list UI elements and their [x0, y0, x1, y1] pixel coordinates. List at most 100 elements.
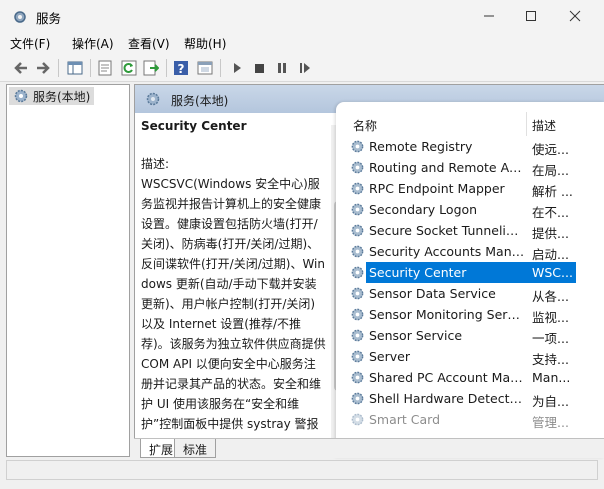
properties-button[interactable] — [96, 59, 114, 77]
menu-bar: 文件(F) 操作(A) 查看(V) 帮助(H) — [0, 32, 604, 54]
toolbar: ? — [0, 54, 604, 82]
service-gear-icon — [351, 161, 364, 174]
service-gear-icon — [351, 140, 364, 153]
back-arrow-icon — [14, 62, 27, 74]
service-name: Sensor Data Service — [369, 286, 496, 301]
toolbar-separator — [220, 59, 221, 77]
svg-text:?: ? — [178, 62, 185, 76]
service-row[interactable]: Sensor Monitoring Service 监视... — [336, 304, 604, 325]
back-button[interactable] — [12, 59, 30, 77]
service-gear-icon — [351, 392, 364, 405]
services-list: 名称 描述 Remote Registry 使远... Routing and Re… — [336, 102, 604, 457]
service-name: RPC Endpoint Mapper — [369, 181, 505, 196]
tab-standard[interactable]: 标准 — [174, 439, 217, 458]
menu-help[interactable]: 帮助(H) — [184, 35, 226, 52]
refresh-button[interactable] — [120, 59, 138, 77]
service-row[interactable]: Server 支持... — [336, 346, 604, 367]
service-description: WSC... — [532, 265, 573, 280]
service-gear-icon — [351, 224, 364, 237]
service-name: Security Accounts Manag... — [369, 244, 525, 259]
service-description: 支持... — [532, 352, 569, 367]
close-button[interactable] — [552, 0, 598, 32]
service-row[interactable]: Secondary Logon 在不... — [336, 199, 604, 220]
service-description: 使远... — [532, 142, 569, 157]
view-button[interactable] — [196, 59, 214, 77]
minimize-button[interactable] — [466, 0, 512, 32]
service-row[interactable]: Security Accounts Manag... 启动... — [336, 241, 604, 262]
column-divider[interactable] — [526, 112, 527, 136]
service-name: Shared PC Account Mana... — [369, 370, 525, 385]
forward-button[interactable] — [34, 59, 52, 77]
help-button[interactable]: ? — [172, 59, 190, 77]
service-description: 在不... — [532, 205, 569, 220]
export-list-button[interactable] — [142, 59, 160, 77]
service-description: 为自... — [532, 394, 569, 409]
service-gear-icon — [351, 371, 364, 384]
service-gear-icon — [351, 329, 364, 342]
service-name: Sensor Service — [369, 328, 463, 343]
refresh-icon — [121, 60, 137, 76]
help-icon: ? — [174, 61, 188, 76]
console-tree-button[interactable] — [66, 59, 84, 77]
service-description: 管理... — [532, 415, 569, 430]
tree-item-services-local[interactable]: 服务(本地) — [9, 87, 95, 105]
service-row[interactable]: RPC Endpoint Mapper 解析 ... — [336, 178, 604, 199]
service-description: 从各... — [532, 289, 569, 304]
service-row[interactable]: Secure Socket Tunneling ... 提供... — [336, 220, 604, 241]
service-description: 在局... — [532, 163, 569, 178]
service-name: Server — [369, 349, 410, 364]
pause-service-button[interactable] — [273, 59, 291, 77]
column-header-description[interactable]: 描述 — [532, 117, 556, 134]
stop-service-button[interactable] — [250, 59, 268, 77]
play-icon — [234, 63, 241, 73]
start-service-button[interactable] — [228, 59, 246, 77]
maximize-button[interactable] — [508, 0, 554, 32]
service-row[interactable]: Sensor Service 一项... — [336, 325, 604, 346]
service-row[interactable]: Routing and Remote Acc... 在局... — [336, 157, 604, 178]
service-row[interactable]: Shared PC Account Mana... Man... — [336, 367, 604, 388]
service-gear-icon — [351, 287, 364, 300]
service-description-panel: Security Center 描述: WSCSVC(Windows 安全中心)… — [141, 119, 327, 437]
menu-action[interactable]: 操作(A) — [72, 35, 114, 52]
view-tabs: 扩展 标准 — [134, 438, 604, 458]
title-bar: 服务 — [0, 0, 604, 32]
status-bar — [6, 460, 598, 480]
description-label: 描述: — [141, 157, 170, 171]
maximize-icon — [526, 11, 536, 21]
properties-sheet-icon — [98, 60, 112, 76]
service-name: Remote Registry — [369, 139, 473, 154]
console-tree-pane: 服务(本地) — [6, 84, 130, 457]
service-gear-icon — [351, 203, 364, 216]
service-row[interactable]: Security Center WSC... — [336, 262, 604, 283]
service-gear-icon — [351, 182, 364, 195]
banner-title: 服务(本地) — [171, 94, 229, 108]
restart-icon — [300, 63, 310, 73]
service-description: 监视... — [532, 310, 569, 325]
description-text: WSCSVC(Windows 安全中心)服务监视并报告计算机上的安全健康设置。健… — [141, 177, 326, 431]
service-row[interactable]: Sensor Data Service 从各... — [336, 283, 604, 304]
service-gear-icon — [351, 350, 364, 363]
service-name: Smart Card — [369, 412, 441, 427]
services-gear-icon — [14, 11, 26, 23]
services-gear-icon — [14, 89, 28, 103]
service-gear-icon — [351, 245, 364, 258]
export-list-icon — [143, 60, 159, 76]
list-header: 名称 描述 — [336, 102, 604, 136]
service-gear-icon — [351, 308, 364, 321]
view-icon — [197, 61, 213, 75]
service-description: 一项... — [532, 331, 569, 346]
restart-service-button[interactable] — [296, 59, 314, 77]
service-name: Routing and Remote Acc... — [369, 160, 525, 175]
service-row[interactable]: Smart Card 管理... — [336, 409, 604, 430]
tree-item-label: 服务(本地) — [33, 89, 91, 104]
toolbar-separator — [58, 59, 59, 77]
console-tree-icon — [67, 61, 83, 75]
service-row[interactable]: Remote Registry 使远... — [336, 136, 604, 157]
menu-view[interactable]: 查看(V) — [128, 35, 170, 52]
services-gear-icon — [146, 92, 160, 106]
menu-file[interactable]: 文件(F) — [10, 35, 50, 52]
service-name: Secure Socket Tunneling ... — [369, 223, 525, 238]
service-name: Sensor Monitoring Service — [369, 307, 525, 322]
service-row[interactable]: Shell Hardware Detection 为自... — [336, 388, 604, 409]
column-header-name[interactable]: 名称 — [353, 117, 377, 134]
